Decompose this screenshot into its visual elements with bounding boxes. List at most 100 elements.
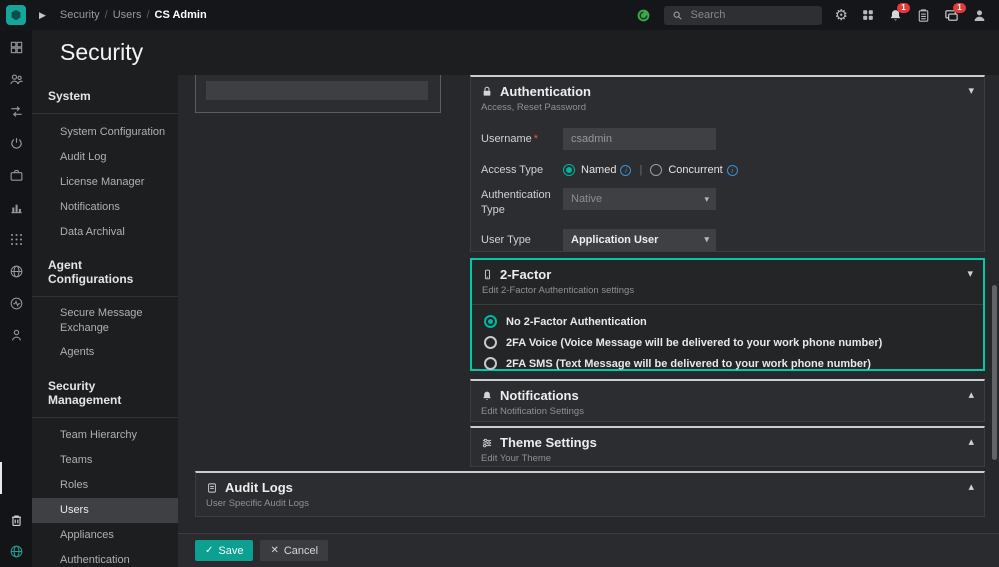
access-type-row: Access Type Named i | Concurrent i [481, 163, 974, 177]
sidebar-item-agents[interactable]: Agents [32, 340, 178, 365]
chevron-up-icon[interactable]: ▴ [968, 480, 974, 493]
username-input [563, 128, 716, 150]
network-globe-icon[interactable] [9, 264, 24, 279]
sidebar-item-roles[interactable]: Roles [32, 473, 178, 498]
twofa-option-sms: 2FA SMS (Text Message will be delivered … [472, 357, 983, 370]
user-type-row: User Type Application User ▾ [481, 229, 974, 251]
theme-settings-panel: Theme Settings ▴ Edit Your Theme [470, 426, 985, 467]
users-icon[interactable] [9, 72, 24, 87]
option-separator: | [639, 164, 642, 176]
sidebar-item-audit-log[interactable]: Audit Log [32, 144, 178, 169]
twofa-voice-radio[interactable] [484, 336, 497, 349]
access-type-named-label: Named [581, 164, 616, 176]
sidebar-toggle-icon[interactable]: ▶ [39, 10, 46, 21]
sidebar-item-appliances[interactable]: Appliances [32, 523, 178, 548]
content-area: Authentication ▾ Access, Reset Password … [178, 75, 999, 567]
bell-icon [481, 390, 493, 402]
sidebar-item-license-manager[interactable]: License Manager [32, 169, 178, 194]
required-asterisk: * [534, 133, 538, 145]
app-logo-icon[interactable] [6, 5, 26, 25]
power-icon[interactable] [9, 136, 24, 151]
topbar-right-cluster: ⚙ 1 1 [636, 6, 987, 25]
analytics-icon[interactable] [9, 200, 24, 215]
sidebar-item-system-configuration[interactable]: System Configuration [32, 119, 178, 144]
notifications-panel-header[interactable]: Notifications ▴ Edit Notification Settin… [471, 381, 984, 417]
search-box[interactable] [664, 6, 822, 25]
audit-logs-panel-header[interactable]: Audit Logs ▴ User Specific Audit Logs [196, 473, 984, 509]
sidebar-item-teams[interactable]: Teams [32, 448, 178, 473]
breadcrumb-security[interactable]: Security [60, 9, 100, 21]
notifications-panel-subtitle: Edit Notification Settings [481, 406, 974, 417]
breadcrumb-users[interactable]: Users [113, 9, 142, 21]
device-badge: 1 [953, 3, 966, 13]
user-type-value: Application User [571, 234, 658, 246]
authentication-panel-subtitle: Access, Reset Password [481, 102, 974, 113]
theme-settings-panel-header[interactable]: Theme Settings ▴ Edit Your Theme [471, 428, 984, 464]
check-icon: ✓ [205, 545, 213, 556]
topbar: ▶ Security / Users / CS Admin ⚙ 1 [0, 0, 999, 30]
twofa-none-label: No 2-Factor Authentication [506, 316, 647, 328]
audit-document-icon [206, 482, 218, 494]
trash-icon[interactable] [9, 513, 24, 528]
apps-menu-icon[interactable] [861, 8, 875, 22]
twofa-none-radio[interactable] [484, 315, 497, 328]
devices-icon[interactable]: 1 [944, 8, 959, 23]
app-window: ▶ Security / Users / CS Admin ⚙ 1 [0, 0, 999, 567]
settings-gear-icon[interactable]: ⚙ [835, 8, 848, 23]
chevron-down-icon[interactable]: ▾ [968, 84, 974, 97]
sidebar-section-security-management: Security Management [32, 365, 178, 418]
workflow-icon[interactable] [9, 104, 24, 119]
notifications-panel-title: Notifications [500, 388, 579, 403]
access-type-concurrent-radio[interactable] [650, 164, 662, 176]
twofa-option-none: No 2-Factor Authentication [472, 315, 983, 328]
user-type-label: User Type [481, 233, 563, 247]
breadcrumb-separator: / [146, 9, 149, 21]
save-button[interactable]: ✓ Save [195, 540, 253, 561]
search-icon [672, 10, 683, 21]
apps-grid-icon[interactable] [9, 232, 24, 247]
authentication-panel-header[interactable]: Authentication ▾ Access, Reset Password [471, 77, 984, 113]
access-type-named-radio[interactable] [563, 164, 575, 176]
scrollbar-thumb[interactable] [992, 285, 997, 460]
notifications-panel: Notifications ▴ Edit Notification Settin… [470, 379, 985, 422]
contacts-icon[interactable] [9, 328, 24, 343]
chevron-up-icon[interactable]: ▴ [968, 388, 974, 401]
notification-badge: 1 [897, 3, 910, 13]
tasks-clipboard-icon[interactable] [916, 8, 931, 23]
twofa-voice-label: 2FA Voice (Voice Message will be deliver… [506, 337, 882, 349]
sliders-icon [481, 437, 493, 449]
fragment-text-input[interactable] [206, 81, 428, 100]
notifications-bell-icon[interactable]: 1 [888, 8, 903, 23]
dashboard-icon[interactable] [9, 40, 24, 55]
sidebar-item-authentication[interactable]: Authentication [32, 548, 178, 567]
cancel-button[interactable]: ✕ Cancel [260, 540, 328, 561]
breadcrumb: Security / Users / CS Admin [60, 9, 207, 21]
audit-logs-panel-title: Audit Logs [225, 480, 293, 495]
two-factor-panel-header[interactable]: 2-Factor ▾ Edit 2-Factor Authentication … [472, 260, 983, 305]
access-type-label: Access Type [481, 163, 563, 177]
sidebar-item-data-archival[interactable]: Data Archival [32, 219, 178, 244]
twofa-sms-label: 2FA SMS (Text Message will be delivered … [506, 358, 871, 370]
sidebar-item-users[interactable]: Users [32, 498, 178, 523]
two-factor-panel-subtitle: Edit 2-Factor Authentication settings [482, 285, 973, 296]
user-type-select[interactable]: Application User ▾ [563, 229, 716, 251]
sidebar-item-team-hierarchy[interactable]: Team Hierarchy [32, 423, 178, 448]
named-info-icon[interactable]: i [620, 165, 631, 176]
page-header: Security [32, 30, 999, 75]
chevron-down-icon[interactable]: ▾ [967, 267, 973, 280]
sidebar-item-notifications[interactable]: Notifications [32, 194, 178, 219]
two-factor-panel: 2-Factor ▾ Edit 2-Factor Authentication … [470, 258, 985, 371]
assets-briefcase-icon[interactable] [9, 168, 24, 183]
chevron-up-icon[interactable]: ▴ [968, 435, 974, 448]
user-menu-icon[interactable] [972, 8, 987, 23]
monitoring-icon[interactable] [9, 296, 24, 311]
twofa-sms-radio[interactable] [484, 357, 497, 370]
sidebar-section-system: System [32, 75, 178, 114]
sidebar-item-secure-message-exchange[interactable]: Secure Message Exchange [32, 302, 178, 340]
language-globe-icon[interactable] [9, 544, 24, 559]
status-icon[interactable] [636, 8, 651, 23]
concurrent-info-icon[interactable]: i [727, 165, 738, 176]
search-input[interactable] [689, 8, 814, 22]
authentication-type-select: Native ▾ [563, 188, 716, 210]
mobile-phone-icon [482, 268, 493, 281]
